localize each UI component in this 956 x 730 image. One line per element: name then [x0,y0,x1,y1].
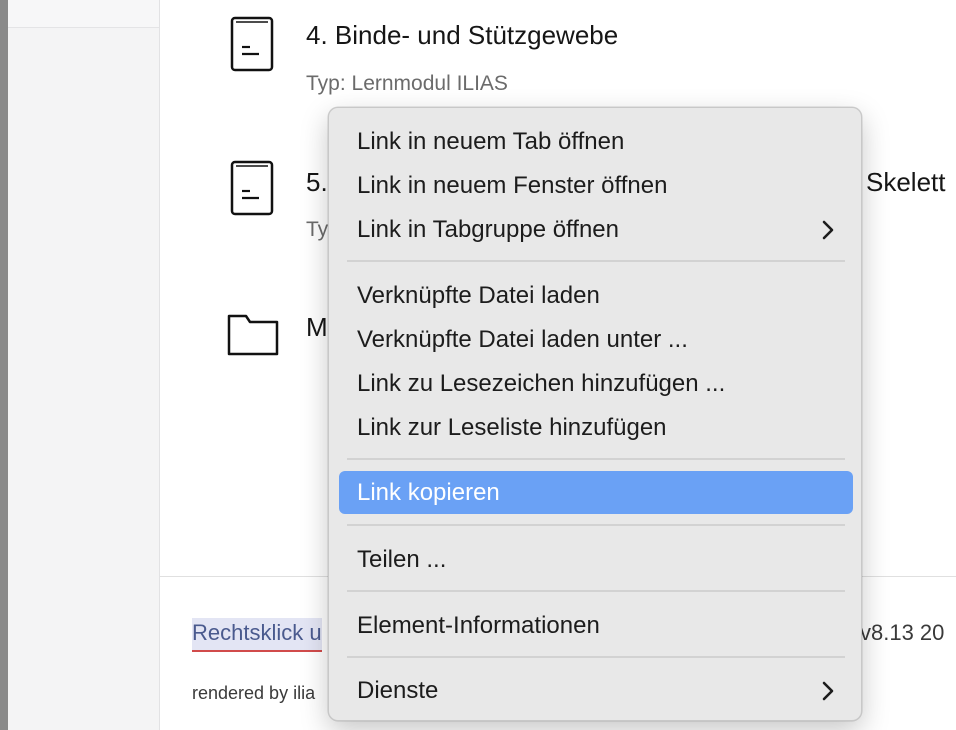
menu-item-services[interactable]: Dienste [339,669,853,712]
menu-item-element-information[interactable]: Element-Informationen [339,604,853,647]
menu-item-bookmark-link[interactable]: Link zu Lesezeichen hinzufügen ... [339,362,853,405]
item-title-tail[interactable]: Skelett [866,167,946,198]
sidebar-pane [8,0,160,730]
chevron-right-icon [822,681,834,701]
menu-separator [347,524,845,526]
menu-item-open-in-new-tab[interactable]: Link in neuem Tab öffnen [339,120,853,163]
menu-item-label: Link in Tabgruppe öffnen [357,215,619,243]
footer-version: v8.13 20 [860,620,945,645]
menu-item-download-linked-file[interactable]: Verknüpfte Datei laden [339,274,853,317]
item-title[interactable]: M [306,312,328,343]
menu-item-label: Verknüpfte Datei laden unter ... [357,325,688,353]
footer-rendered-by: rendered by ilia [192,683,316,703]
item-type: Typ: Lernmodul ILIAS [306,72,508,95]
menu-separator [347,260,845,262]
menu-item-open-in-tab-group[interactable]: Link in Tabgruppe öffnen [339,208,853,251]
menu-item-copy-link[interactable]: Link kopieren [339,471,853,514]
window-edge [0,0,8,730]
folder-icon [227,314,279,356]
sidebar-card [8,0,159,28]
menu-item-label: Teilen ... [357,545,447,573]
menu-item-label: Link in neuem Fenster öffnen [357,171,668,199]
footer-link[interactable]: Rechtsklick u [192,618,322,652]
menu-item-share[interactable]: Teilen ... [339,538,853,581]
menu-item-label: Element-Informationen [357,611,600,639]
menu-item-open-in-new-window[interactable]: Link in neuem Fenster öffnen [339,164,853,207]
menu-separator [347,656,845,658]
context-menu: Link in neuem Tab öffnen Link in neuem F… [328,107,862,721]
menu-item-label: Dienste [357,676,439,704]
menu-item-add-to-reading-list[interactable]: Link zur Leseliste hinzufügen [339,406,853,449]
menu-item-label: Link zu Lesezeichen hinzufügen ... [357,369,726,397]
item-title[interactable]: 4. Binde- und Stützgewebe [306,20,618,51]
learning-module-icon [230,160,274,216]
menu-separator [347,590,845,592]
menu-item-download-linked-file-as[interactable]: Verknüpfte Datei laden unter ... [339,318,853,361]
item-type: Ty [306,218,329,241]
menu-item-label: Link zur Leseliste hinzufügen [357,413,667,441]
chevron-right-icon [822,220,834,240]
learning-module-icon [230,16,274,72]
menu-item-label: Link in neuem Tab öffnen [357,127,625,155]
menu-item-label: Link kopieren [357,478,500,506]
item-title[interactable]: 5. [306,167,328,198]
menu-item-label: Verknüpfte Datei laden [357,281,600,309]
menu-separator [347,458,845,460]
